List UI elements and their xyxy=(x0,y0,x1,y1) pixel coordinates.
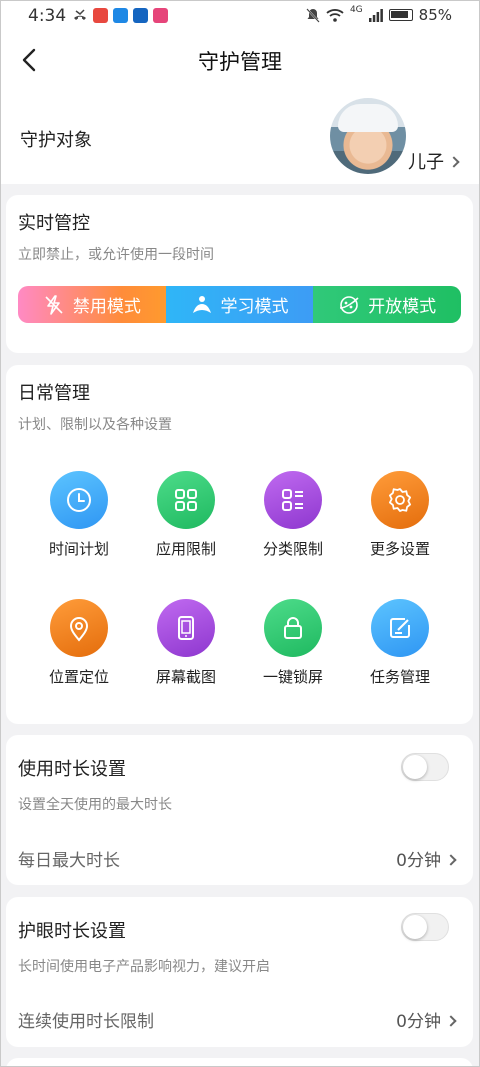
task-management-label: 任务管理 xyxy=(369,668,430,686)
category-limit-item[interactable]: 分类限制 xyxy=(248,471,338,559)
usage-duration-title: 使用时长设置 xyxy=(18,759,126,780)
chevron-right-icon xyxy=(448,156,460,168)
eye-protection-subtitle: 长时间使用电子产品影响视力，建议开启 xyxy=(18,959,270,975)
app-limit-item[interactable]: 应用限制 xyxy=(141,471,231,559)
category-limit-icon-circle xyxy=(264,471,322,529)
study-mode-label: 学习模式 xyxy=(220,297,289,317)
toggle-knob xyxy=(403,755,427,779)
missed-call-icon xyxy=(74,8,86,20)
realtime-control-subtitle: 立即禁止，或允许使用一段时间 xyxy=(18,247,214,263)
battery-icon xyxy=(388,9,413,21)
child-avatar xyxy=(330,98,406,174)
realtime-control-card: 实时管控 立即禁止，或允许使用一段时间 禁用模式 学习模式 开放模式 xyxy=(6,195,473,353)
category-limit-label: 分类限制 xyxy=(262,540,323,558)
usage-duration-card: 使用时长设置 设置全天使用的最大时长 每日最大时长 0分钟 xyxy=(6,735,473,885)
chevron-right-icon xyxy=(445,854,457,866)
eye-protection-card: 护眼时长设置 长时间使用电子产品影响视力，建议开启 连续使用时长限制 0分钟 xyxy=(6,897,473,1047)
daily-max-duration-value: 0分钟 xyxy=(396,851,441,871)
daily-max-duration-label: 每日最大时长 xyxy=(18,851,120,871)
lock-icon-circle xyxy=(264,599,322,657)
eye-protection-title: 护眼时长设置 xyxy=(18,921,126,942)
mode-switcher: 禁用模式 学习模式 开放模式 xyxy=(18,286,461,323)
location-icon-circle xyxy=(50,599,108,657)
task-edit-icon xyxy=(390,618,410,638)
battery-percent: 85% xyxy=(418,6,452,24)
continuous-usage-limit-value: 0分钟 xyxy=(396,1012,441,1032)
screenshot-item[interactable]: 屏幕截图 xyxy=(141,599,231,687)
more-settings-label: 更多设置 xyxy=(369,540,430,558)
time-plan-item[interactable]: 时间计划 xyxy=(34,471,124,559)
status-bar: 4:34 4G 85% xyxy=(0,0,480,34)
page-title: 守护管理 xyxy=(198,50,282,74)
daily-max-duration-value-row[interactable]: 0分钟 xyxy=(396,846,457,871)
daily-management-subtitle: 计划、限制以及各种设置 xyxy=(18,417,172,433)
more-settings-icon-circle xyxy=(371,471,429,529)
time-plan-label: 时间计划 xyxy=(48,540,109,558)
app-notification-darkblue-icon xyxy=(133,8,148,23)
signal-icon xyxy=(368,8,383,22)
guarded-target-row[interactable]: 守护对象 儿子 xyxy=(0,90,480,184)
open-icon xyxy=(340,295,359,314)
one-click-lock-item[interactable]: 一键锁屏 xyxy=(248,599,338,687)
daily-management-title: 日常管理 xyxy=(18,383,90,404)
one-click-lock-label: 一键锁屏 xyxy=(262,668,323,686)
toggle-knob xyxy=(403,915,427,939)
status-right: 4G 85% xyxy=(306,5,452,24)
realtime-control-title: 实时管控 xyxy=(18,213,90,234)
task-management-icon-circle xyxy=(371,599,429,657)
study-mode-button[interactable]: 学习模式 xyxy=(165,286,314,323)
daily-management-card: 日常管理 计划、限制以及各种设置 时间计划 应用限制 分类限制 更多设置 位置定… xyxy=(6,365,473,724)
chevron-right-icon xyxy=(445,1015,457,1027)
location-item[interactable]: 位置定位 xyxy=(34,599,124,687)
app-notification-pink-icon xyxy=(153,8,168,23)
eye-protection-toggle[interactable] xyxy=(401,913,449,941)
app-limit-label: 应用限制 xyxy=(155,540,216,558)
avatar-cap-shape xyxy=(338,104,398,132)
phone-screen-icon xyxy=(178,616,194,640)
category-list-icon xyxy=(282,489,303,511)
target-name-text: 儿子 xyxy=(408,152,444,173)
app-limit-icon-circle xyxy=(157,471,215,529)
ban-mode-button[interactable]: 禁用模式 xyxy=(18,286,166,323)
next-card-peek xyxy=(6,1058,473,1067)
notification-icons xyxy=(72,8,168,23)
guarded-target-name: 儿子 xyxy=(408,148,460,174)
screenshot-label: 屏幕截图 xyxy=(155,668,216,686)
guarded-target-label: 守护对象 xyxy=(20,130,92,151)
screenshot-icon-circle xyxy=(157,599,215,657)
open-mode-button[interactable]: 开放模式 xyxy=(313,286,461,323)
more-settings-item[interactable]: 更多设置 xyxy=(355,471,445,559)
status-time: 4:34 xyxy=(28,6,67,26)
app-notification-blue-icon xyxy=(113,8,128,23)
guardian-management-screen: 4:34 4G 85% 守护管理 守护对象 儿子 实时管控 立即禁止，或允许使用… xyxy=(0,0,480,1067)
usage-duration-toggle[interactable] xyxy=(401,753,449,781)
continuous-usage-limit-label: 连续使用时长限制 xyxy=(18,1012,154,1032)
location-pin-icon xyxy=(69,617,89,642)
continuous-usage-limit-value-row[interactable]: 0分钟 xyxy=(396,1007,457,1032)
usage-duration-subtitle: 设置全天使用的最大时长 xyxy=(18,797,172,813)
gear-icon xyxy=(389,488,411,512)
apps-grid-icon xyxy=(175,489,197,511)
app-notification-red-icon xyxy=(93,8,108,23)
study-icon xyxy=(192,295,211,313)
location-label: 位置定位 xyxy=(48,668,109,686)
clock-icon xyxy=(67,488,91,512)
lock-icon xyxy=(284,617,302,639)
open-mode-label: 开放模式 xyxy=(368,297,437,317)
task-management-item[interactable]: 任务管理 xyxy=(355,599,445,687)
time-plan-icon-circle xyxy=(50,471,108,529)
mute-bell-icon xyxy=(306,7,320,23)
ban-icon xyxy=(45,294,63,315)
wifi-icon xyxy=(326,9,344,22)
app-header: 守护管理 xyxy=(0,34,480,90)
network-type: 4G xyxy=(349,5,363,15)
ban-mode-label: 禁用模式 xyxy=(72,297,141,317)
